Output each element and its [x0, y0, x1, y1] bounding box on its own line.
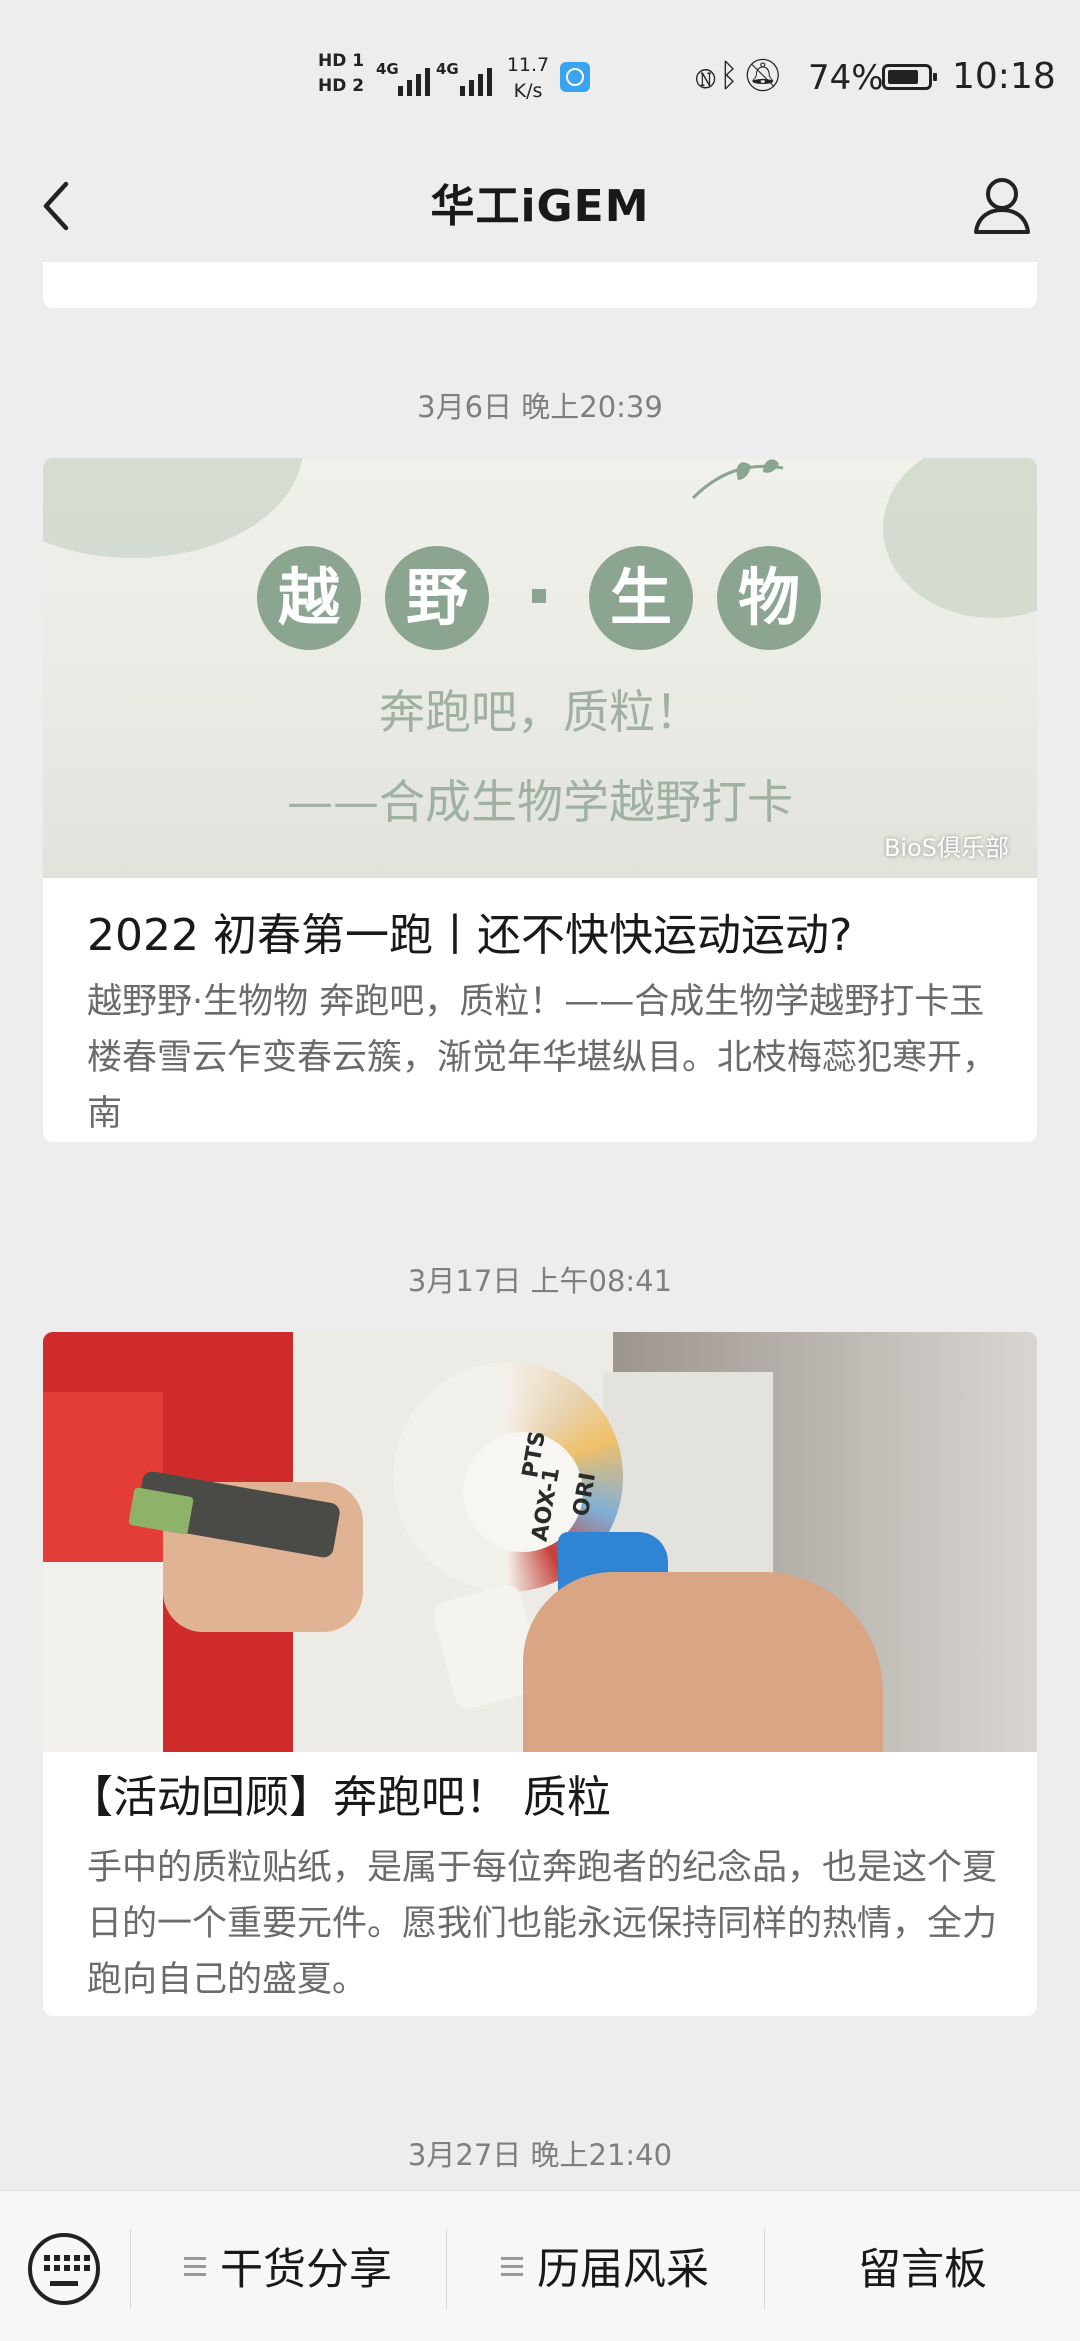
menu-item-label: 留言板 [858, 2245, 987, 2295]
photo-white-shirt [43, 1562, 163, 1752]
battery-percent: 74% [808, 58, 884, 98]
bottom-menu-bar: 干货分享 历届风采 留言板 [0, 2190, 1080, 2341]
hd2-label: HD 2 [318, 76, 365, 96]
message-timestamp: 3月27日 晚上21:40 [407, 2138, 673, 2172]
network-speed: 11.7 K/s [500, 52, 556, 104]
article-title[interactable]: 2022 初春第一跑丨还不快快运动运动? [87, 906, 997, 966]
article-summary: 手中的质粒贴纸，是属于每位奔跑者的纪念品，也是这个夏日的一个重要元件。愿我们也能… [87, 1848, 998, 2000]
signal-1-icon: 4G [376, 56, 430, 96]
article-summary: 越野野·生物物 奔跑吧，质粒！——合成生物学越野打卡玉楼春雪云乍变春云簇，渐觉年… [87, 982, 998, 1134]
submenu-icon [184, 2252, 206, 2281]
status-bar: HD 1 HD 2 4G 4G 11.7 K/s Ⓝᛒ🔕︎ 74% 10:18 [0, 0, 1080, 150]
page-title: 华工iGEM [430, 181, 650, 232]
decorative-leaf-shape [883, 458, 1037, 618]
cover-subtitle: 奔跑吧，质粒！ [379, 685, 701, 739]
profile-icon[interactable] [970, 170, 1034, 240]
network-type-1: 4G [376, 60, 399, 78]
article-title[interactable]: 【活动回顾】奔跑吧！ 质粒 [69, 1768, 997, 1828]
watermark: BioS俱乐部 [883, 834, 1009, 862]
message-timestamp: 3月17日 上午08:41 [407, 1264, 673, 1298]
menu-item-label: 干货分享 [220, 2245, 392, 2295]
article-feed[interactable]: 3月6日 晚上20:39 越 野 生 物 奔跑吧，质粒！ ——合成生物学越野打卡… [0, 262, 1080, 2190]
nfc-icon: Ⓝ [696, 56, 720, 94]
previous-article-card[interactable] [43, 262, 1037, 308]
menu-item-past-highlights[interactable]: 历届风采 [447, 2191, 763, 2341]
speed-value: 11.7 [506, 54, 550, 76]
article-card[interactable]: PTS AOX-1 ORI 【活动回顾】奔跑吧！ 质粒 手中的质粒贴纸，是属于每… [43, 1332, 1037, 2016]
clock: 10:18 [952, 56, 1056, 97]
decorative-leaf-shape [43, 458, 303, 558]
top-navigation-bar: 华工iGEM [0, 150, 1080, 262]
system-status-icons: Ⓝᛒ🔕︎ [696, 56, 787, 94]
hd-indicator: HD 1 HD 2 [318, 50, 364, 100]
article-card[interactable]: 越 野 生 物 奔跑吧，质粒！ ——合成生物学越野打卡 BioS俱乐部 2022… [43, 458, 1037, 1142]
speed-unit: K/s [513, 80, 543, 102]
photo-hand [523, 1572, 883, 1752]
menu-item-dry-goods[interactable]: 干货分享 [131, 2191, 445, 2341]
hd1-label: HD 1 [318, 51, 365, 71]
cover-tagline: ——合成生物学越野打卡 [287, 775, 793, 829]
title-char-circle: 越 [257, 546, 361, 650]
bluetooth-icon: ᛒ [719, 56, 743, 94]
browser-app-icon [560, 62, 590, 92]
title-char-circle: 物 [717, 546, 821, 650]
leaf-sprig-icon [691, 459, 784, 500]
message-timestamp: 3月6日 晚上20:39 [417, 390, 663, 424]
mute-bell-icon: 🔕︎ [742, 56, 788, 94]
separator-dot [532, 589, 546, 603]
submenu-icon [501, 2252, 523, 2281]
battery-icon [882, 64, 937, 90]
menu-item-message-board[interactable]: 留言板 [765, 2191, 1080, 2341]
keyboard-icon[interactable] [28, 2233, 100, 2305]
article-cover-image[interactable]: 越 野 生 物 奔跑吧，质粒！ ——合成生物学越野打卡 BioS俱乐部 [43, 458, 1037, 878]
network-type-2: 4G [436, 60, 459, 78]
menu-item-label: 历届风采 [537, 2245, 709, 2295]
article-cover-image[interactable]: PTS AOX-1 ORI [43, 1332, 1037, 1752]
title-char-circle: 生 [589, 546, 693, 650]
signal-2-icon: 4G [436, 56, 496, 96]
title-char-circle: 野 [385, 546, 489, 650]
